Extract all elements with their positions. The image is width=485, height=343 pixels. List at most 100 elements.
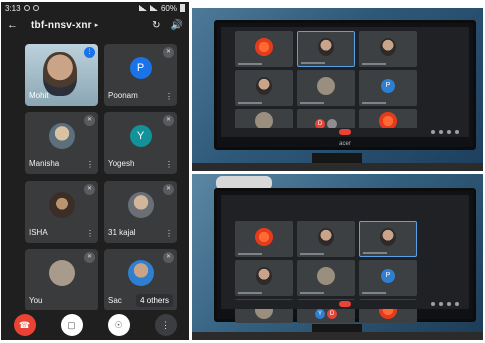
- composite-screenshot: 3:13 60% ← tbf-nnsv-xnr ▸ ↻ 🔊 ⋮ Mohit ✕ …: [0, 0, 485, 343]
- participant-tile-manisha[interactable]: ✕ Manisha ⋮: [25, 112, 98, 174]
- participant-tile-kajal[interactable]: ✕ 31 kajal ⋮: [104, 181, 177, 243]
- participant-name: Yogesh: [108, 159, 135, 168]
- participant-video: [318, 228, 334, 247]
- participant-tile-you[interactable]: ✕ You: [25, 249, 98, 311]
- avatar-image: [317, 267, 335, 286]
- participant-video: [380, 38, 396, 57]
- monitor: P Y D: [214, 188, 476, 323]
- participant-tile-yogesh[interactable]: ✕ Y Yogesh ⋮: [104, 112, 177, 174]
- participant-video: [256, 267, 272, 286]
- avatar: P: [381, 269, 395, 284]
- participant-video: [318, 38, 334, 57]
- status-time: 3:13: [5, 3, 21, 13]
- avatar: Y: [129, 124, 152, 147]
- speaking-indicator-icon: ⋮: [84, 47, 95, 58]
- signal-icon: [138, 5, 147, 11]
- participant-video: [43, 52, 77, 96]
- status-bar: 3:13 60%: [1, 2, 189, 14]
- avatar: P: [129, 56, 152, 79]
- more-options-icon[interactable]: ⋮: [165, 93, 173, 101]
- participant-video: [380, 228, 396, 247]
- meet-tile: [297, 221, 355, 257]
- participant-tile-mohit[interactable]: ⋮ Mohit: [25, 44, 98, 106]
- avatar: [127, 191, 154, 218]
- more-options-icon[interactable]: ⋮: [165, 230, 173, 238]
- meet-tile: P: [359, 70, 417, 106]
- desk: [192, 332, 483, 340]
- meet-toolbar: [221, 128, 469, 137]
- mic-off-icon: ✕: [163, 184, 174, 195]
- meet-tile: [235, 70, 293, 106]
- avatar-image: [255, 38, 273, 57]
- more-options-icon[interactable]: ⋮: [86, 161, 94, 169]
- switch-camera-icon[interactable]: ↻: [152, 20, 160, 31]
- avatar: [127, 259, 154, 286]
- mic-off-button[interactable]: ☉: [107, 314, 130, 336]
- meet-grid-screen: P Y D: [221, 195, 469, 323]
- others-count-badge[interactable]: 4 others: [136, 294, 173, 307]
- end-call-icon: [339, 301, 351, 307]
- meet-grid-screen: P D: [221, 27, 469, 137]
- wifi-icon: [149, 5, 158, 11]
- back-arrow-icon[interactable]: ←: [7, 19, 23, 31]
- mic-off-icon: ✕: [163, 47, 174, 58]
- more-options-button[interactable]: ⋮: [154, 314, 177, 336]
- call-controls: ☎ ▢ ☉ ⋮: [1, 310, 189, 340]
- meeting-code[interactable]: tbf-nnsv-xnr: [31, 20, 92, 31]
- meet-tile: P: [359, 260, 417, 296]
- meet-tile: [297, 70, 355, 106]
- avatar: P: [381, 79, 395, 94]
- monitor-photo-bottom: P Y D: [192, 174, 483, 340]
- more-options-icon[interactable]: ⋮: [86, 230, 94, 238]
- participant-name: Mohit: [29, 91, 49, 100]
- avatar: [48, 122, 75, 149]
- avatar: D: [327, 308, 337, 319]
- meet-tile: [235, 31, 293, 67]
- mic-off-icon: ✕: [84, 115, 95, 126]
- monitor-brand: acer: [339, 141, 351, 147]
- meet-tile: [297, 260, 355, 296]
- participant-name: ISHA: [29, 228, 48, 237]
- end-call-button[interactable]: ☎: [13, 314, 36, 336]
- participant-tile-poonam[interactable]: ✕ P Poonam ⋮: [104, 44, 177, 106]
- meeting-header: ← tbf-nnsv-xnr ▸ ↻ 🔊: [1, 14, 189, 36]
- desk: [192, 163, 483, 171]
- notification-icon: [23, 5, 30, 11]
- meet-toolbar: [221, 300, 469, 309]
- more-options-icon[interactable]: ⋮: [165, 161, 173, 169]
- participant-name: You: [29, 296, 43, 305]
- phone-meet-screen: 3:13 60% ← tbf-nnsv-xnr ▸ ↻ 🔊 ⋮ Mohit ✕ …: [1, 2, 189, 340]
- mic-off-icon: ✕: [163, 252, 174, 263]
- participant-name: Poonam: [108, 91, 138, 100]
- mic-off-icon: ✕: [163, 115, 174, 126]
- avatar: [48, 191, 75, 218]
- meet-tile: [235, 260, 293, 296]
- avatar-image: [379, 111, 397, 130]
- monitor: P D acer: [214, 20, 476, 150]
- chevron-right-icon[interactable]: ▸: [95, 21, 99, 29]
- participant-name: 31 kajal: [108, 228, 136, 237]
- participant-video: [256, 77, 272, 96]
- meet-tile: [359, 221, 417, 257]
- speaker-icon[interactable]: 🔊: [171, 20, 183, 31]
- avatar-image: [317, 77, 335, 96]
- participant-tile-others[interactable]: ✕ Sac 4 others: [104, 249, 177, 311]
- meet-tile: [359, 31, 417, 67]
- avatar: [48, 259, 75, 286]
- participant-tile-isha[interactable]: ✕ ISHA ⋮: [25, 181, 98, 243]
- battery-icon: [180, 4, 185, 12]
- meet-tile: [297, 31, 355, 67]
- battery-percent: 60%: [160, 3, 177, 13]
- notification-icon: [32, 5, 39, 11]
- camera-off-button[interactable]: ▢: [60, 314, 83, 336]
- participant-name: Sac: [108, 296, 122, 305]
- participant-name: Manisha: [29, 159, 60, 168]
- end-call-icon: [339, 129, 351, 135]
- avatar-image: [255, 228, 273, 247]
- monitor-photo-top: P D acer: [192, 8, 483, 171]
- mic-off-icon: ✕: [84, 252, 95, 263]
- avatar: Y: [315, 308, 325, 319]
- meet-tile: [235, 221, 293, 257]
- mic-off-icon: ✕: [84, 184, 95, 195]
- avatar-image: [255, 111, 273, 130]
